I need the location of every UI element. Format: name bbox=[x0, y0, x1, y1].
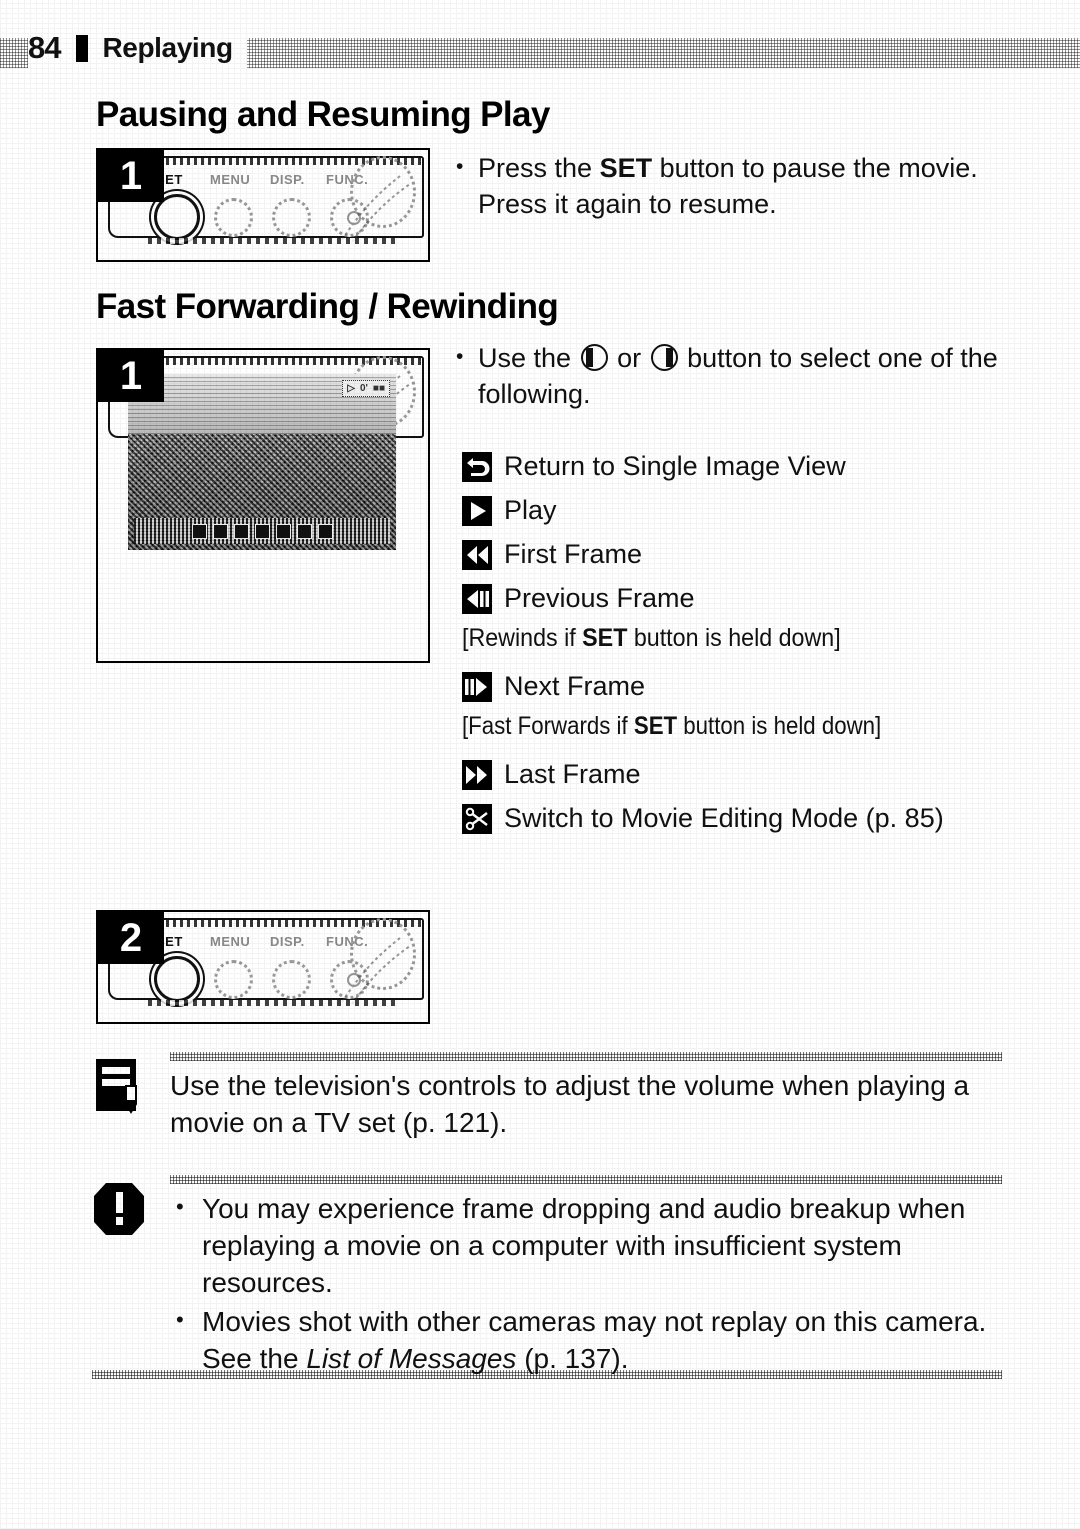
step-number-badge-2: 2 bbox=[98, 912, 164, 964]
lcd-bar-last-frame-icon bbox=[296, 523, 312, 539]
camera-photo-step-2: SET MENU DISP. FUNC. 2 bbox=[96, 910, 430, 1024]
camera-label-disp: DISP. bbox=[270, 172, 305, 187]
camera-bottom-strip bbox=[148, 1000, 398, 1006]
right-arrow-button-icon bbox=[650, 344, 678, 371]
instruction-pause-bold: SET bbox=[599, 153, 653, 183]
page-header: 84 Replaying bbox=[28, 28, 247, 68]
note-callout: Use the television's controls to adjust … bbox=[92, 1052, 1002, 1141]
camera-photo-step-1: SET MENU DISP. FUNC. 1 bbox=[96, 148, 430, 262]
camera-contour-lines bbox=[341, 937, 411, 1005]
option-label: Play bbox=[504, 495, 557, 525]
bullet-marker: • bbox=[456, 155, 464, 178]
option-previous-frame: Previous Frame bbox=[462, 582, 1022, 615]
note-post: button is held down] bbox=[677, 712, 882, 740]
lcd-bar-return-icon bbox=[191, 523, 207, 539]
lcd-status-time-icon: 0' bbox=[359, 383, 368, 394]
play-icon bbox=[462, 496, 492, 526]
camera-label-menu: MENU bbox=[210, 934, 251, 949]
lcd-status-battery-icon: ■■ bbox=[372, 383, 385, 394]
option-label: Switch to Movie Editing Mode (p. 85) bbox=[504, 803, 944, 833]
option-note-rewind: [Rewinds if SET button is held down] bbox=[462, 622, 983, 654]
manual-page: 84 Replaying Pausing and Resuming Play S… bbox=[0, 0, 1080, 1529]
instruction-pause-pre: Press the bbox=[478, 153, 600, 183]
caution-text: You may experience frame dropping and au… bbox=[170, 1188, 1002, 1377]
header-tick-mark bbox=[76, 34, 89, 62]
note-bold: SET bbox=[633, 712, 678, 740]
lcd-status-indicator: ▷ 0' ■■ bbox=[342, 380, 390, 397]
option-label: Return to Single Image View bbox=[504, 451, 846, 481]
previous-frame-icon bbox=[462, 584, 492, 614]
caution-bullet-1: You may experience frame dropping and au… bbox=[170, 1188, 1002, 1301]
section-heading-pausing: Pausing and Resuming Play bbox=[96, 95, 550, 134]
option-first-frame: First Frame bbox=[462, 538, 1022, 571]
caution-bullet-2: Movies shot with other cameras may not r… bbox=[170, 1301, 1002, 1377]
option-label: Last Frame bbox=[504, 759, 641, 789]
caution-body: You may experience frame dropping and au… bbox=[170, 1175, 1002, 1379]
option-label: First Frame bbox=[504, 539, 642, 569]
note-text: Use the television's controls to adjust … bbox=[170, 1070, 970, 1138]
step-number-badge-1b: 1 bbox=[98, 350, 164, 402]
camera-disp-button bbox=[272, 198, 311, 237]
camera-contour-lines bbox=[341, 175, 411, 243]
return-arrow-icon bbox=[462, 452, 492, 482]
camera-menu-button bbox=[214, 198, 253, 237]
exclamation-icon bbox=[92, 1179, 152, 1241]
note-post: button is held down] bbox=[627, 624, 841, 652]
note-pre: [Fast Forwards if bbox=[462, 712, 634, 740]
next-frame-icon bbox=[462, 672, 492, 702]
lcd-bar-next-frame-icon bbox=[275, 523, 291, 539]
option-play: Play bbox=[462, 494, 1022, 527]
note-bold: SET bbox=[582, 624, 628, 652]
option-label: Next Frame bbox=[504, 671, 646, 701]
first-frame-icon bbox=[462, 540, 492, 570]
left-arrow-button-icon bbox=[580, 344, 608, 371]
option-label: Previous Frame bbox=[504, 583, 695, 613]
camera-menu-button bbox=[214, 960, 253, 999]
note-top-rule bbox=[170, 1052, 1002, 1061]
note-pencil-icon bbox=[92, 1056, 152, 1118]
camera-photo-step-1-fastforward: SET MENU DISP. FUNC. 1 ▷ 0' ■■ bbox=[96, 348, 430, 663]
instruction-pause-resume: • Press the SET button to pause the movie… bbox=[456, 150, 998, 222]
option-movie-editing-mode: Switch to Movie Editing Mode (p. 85) bbox=[462, 802, 1022, 835]
lcd-bar-previous-frame-icon bbox=[254, 523, 270, 539]
camera-disp-button bbox=[272, 960, 311, 999]
camera-bottom-strip bbox=[148, 238, 398, 244]
camera-label-disp: DISP. bbox=[270, 934, 305, 949]
chapter-title: Replaying bbox=[102, 32, 233, 63]
lcd-playback-icon-bar bbox=[134, 518, 390, 544]
caution-callout: You may experience frame dropping and au… bbox=[92, 1175, 1002, 1379]
note-pre: [Rewinds if bbox=[462, 624, 583, 652]
section-heading-fast-forwarding: Fast Forwarding / Rewinding bbox=[96, 287, 559, 326]
scissors-icon bbox=[462, 804, 492, 834]
option-return-to-single-image: Return to Single Image View bbox=[462, 450, 1022, 483]
playback-options-list: Return to Single Image View Play First F… bbox=[462, 450, 1022, 846]
option-next-frame: Next Frame bbox=[462, 670, 1022, 703]
note-body: Use the television's controls to adjust … bbox=[170, 1052, 1002, 1141]
caution-top-rule bbox=[170, 1175, 1002, 1184]
lcd-bar-play-icon bbox=[212, 523, 228, 539]
lcd-bar-first-frame-icon bbox=[233, 523, 249, 539]
camera-label-menu: MENU bbox=[210, 172, 251, 187]
instruction-use-mid: or bbox=[609, 343, 649, 373]
step-number-badge-1: 1 bbox=[98, 150, 164, 202]
option-last-frame: Last Frame bbox=[462, 758, 1022, 791]
lcd-bar-scissors-icon bbox=[317, 523, 333, 539]
bottom-rule-dots bbox=[92, 1370, 1002, 1379]
page-number: 84 bbox=[28, 30, 61, 65]
bullet-marker: • bbox=[456, 345, 464, 368]
lcd-status-movie-icon: ▷ bbox=[347, 383, 355, 394]
page-bottom-divider bbox=[92, 1370, 1002, 1379]
lcd-playback-screenshot: ▷ 0' ■■ bbox=[128, 374, 396, 550]
instruction-use-pre: Use the bbox=[478, 343, 579, 373]
option-note-fast-forward: [Fast Forwards if SET button is held dow… bbox=[462, 710, 960, 742]
last-frame-icon bbox=[462, 760, 492, 790]
instruction-select-option: • Use the or button to select one of the … bbox=[456, 340, 998, 412]
